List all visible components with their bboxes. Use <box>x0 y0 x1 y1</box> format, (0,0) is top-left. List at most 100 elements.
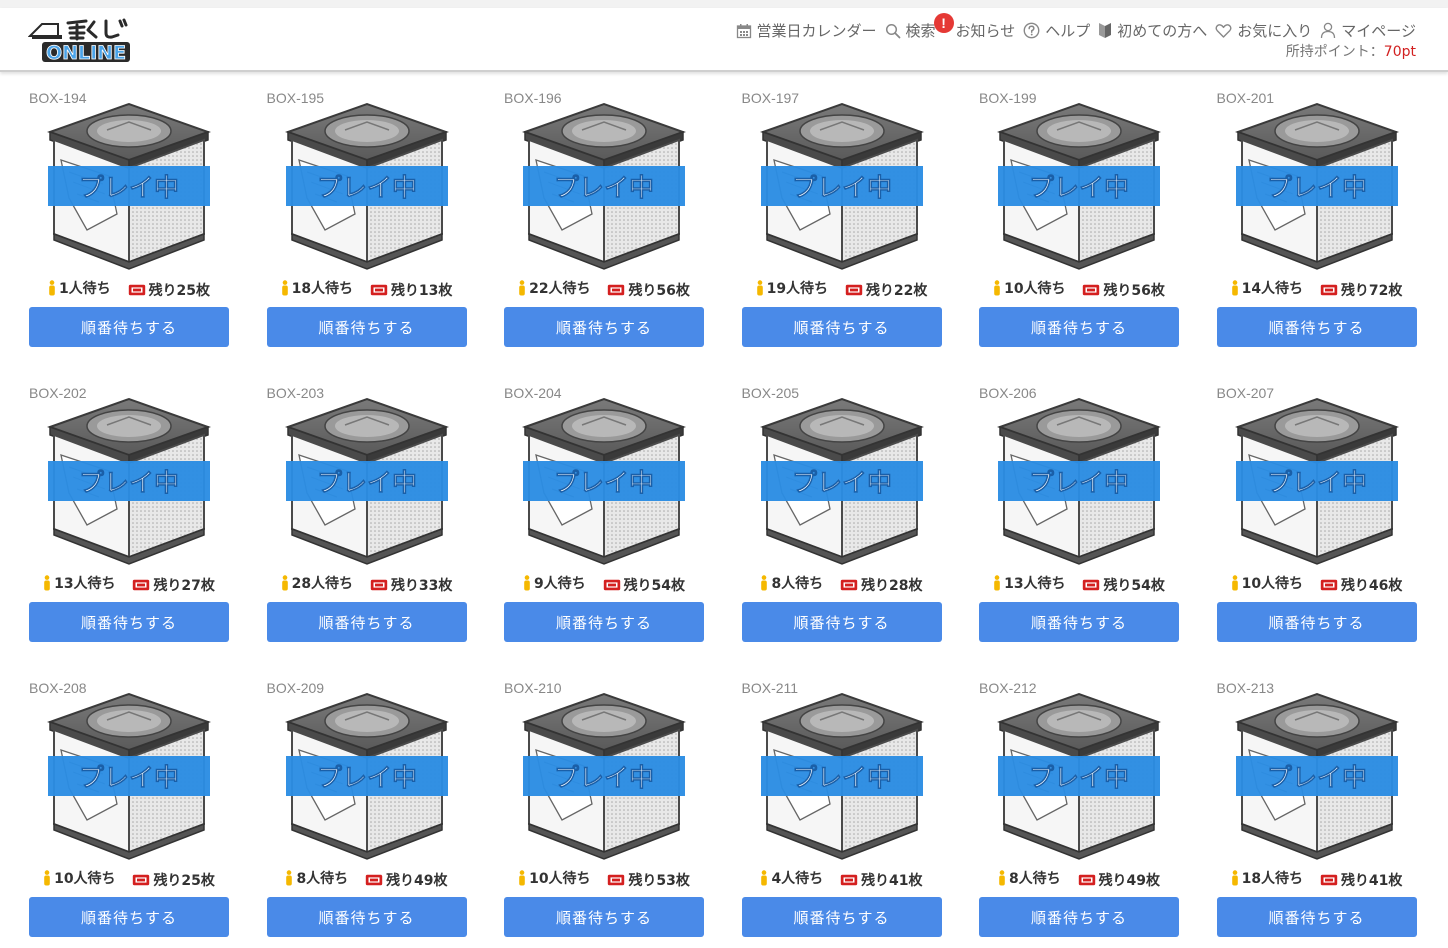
status-label: プレイ中 <box>1029 173 1129 202</box>
nav-search[interactable]: 検索 <box>885 20 936 41</box>
kuji-box-image[interactable]: プレイ中 <box>1234 102 1399 272</box>
remaining-count: 残り56枚 <box>1082 280 1165 300</box>
join-queue-button[interactable]: 順番待ちする <box>1216 602 1417 642</box>
kuji-box-image[interactable]: プレイ中 <box>522 692 686 862</box>
nav-notices[interactable]: ! お知らせ <box>933 13 1015 41</box>
box-stats: 19人待ち 残り22枚 <box>742 278 942 300</box>
status-label: プレイ中 <box>554 173 654 202</box>
join-queue-button[interactable]: 順番待ちする <box>266 602 467 642</box>
nav-search-label: 検索 <box>905 22 936 40</box>
box-stats: 1人待ち 残り25枚 <box>29 278 229 300</box>
kuji-box-image[interactable]: プレイ中 <box>759 397 924 567</box>
box-stats: 28人待ち 残り33枚 <box>267 573 467 595</box>
nav-calendar[interactable]: 営業日カレンダー <box>736 20 877 41</box>
remaining-count: 残り41枚 <box>840 870 923 890</box>
remaining-text: 残り49枚 <box>386 873 448 889</box>
join-queue-button[interactable]: 順番待ちする <box>29 897 229 937</box>
join-queue-button[interactable]: 順番待ちする <box>979 602 1179 642</box>
box-card: BOX-211 プレイ中 4人待ち 残り41枚 順番待ちする <box>741 678 942 948</box>
nav-favorites[interactable]: お気に入り <box>1215 20 1312 41</box>
kuji-box-image[interactable]: プレイ中 <box>284 692 449 862</box>
join-queue-button[interactable]: 順番待ちする <box>266 897 467 937</box>
box-card: BOX-210 プレイ中 10人待ち 残り53枚 順番待ちする <box>504 678 704 948</box>
join-queue-button[interactable]: 順番待ちする <box>979 307 1179 347</box>
kuji-box-image[interactable]: プレイ中 <box>759 102 924 272</box>
box-card: BOX-209 プレイ中 8人待ち 残り49枚 順番待ちする <box>266 678 467 948</box>
join-queue-button[interactable]: 順番待ちする <box>504 307 704 347</box>
person-icon <box>281 280 288 296</box>
waiting-text: 18人待ち <box>291 281 354 297</box>
kuji-box-image[interactable]: プレイ中 <box>47 397 211 567</box>
remaining-text: 残り22枚 <box>865 283 928 299</box>
remaining-count: 残り56枚 <box>607 280 690 300</box>
alert-icon: ! <box>933 13 954 33</box>
box-card: BOX-195 プレイ中 18人待ち 残り13枚 順番待ちする <box>266 88 467 358</box>
waiting-text: 1人待ち <box>58 281 111 297</box>
join-queue-button[interactable]: 順番待ちする <box>266 307 467 347</box>
person-icon <box>44 870 50 886</box>
remaining-count: 残り22枚 <box>845 280 927 300</box>
join-queue-button[interactable]: 順番待ちする <box>741 307 942 347</box>
kuji-box-image[interactable]: プレイ中 <box>997 102 1161 272</box>
waiting-count: 28人待ち <box>281 573 353 593</box>
nav-beginner-label: 初めての方へ <box>1117 22 1208 40</box>
nav-mypage[interactable]: マイページ <box>1320 20 1416 41</box>
ticket-icon <box>128 284 145 296</box>
box-card: BOX-206 プレイ中 13人待ち 残り54枚 順番待ちする <box>979 383 1179 653</box>
site-header: ONLINE 営業日カレンダー 検索 ! お知らせ ヘルプ 初めての方へ お気に… <box>0 8 1448 72</box>
ichiban-kuji-online-logo[interactable]: ONLINE <box>28 16 132 64</box>
kuji-box-image[interactable]: プレイ中 <box>522 397 686 567</box>
heart-icon <box>1215 23 1232 38</box>
remaining-text: 残り49枚 <box>1098 873 1161 889</box>
remaining-text: 残り53枚 <box>628 873 690 889</box>
waiting-text: 8人待ち <box>771 576 824 592</box>
ticket-icon <box>1320 284 1338 296</box>
box-stats: 22人待ち 残り56枚 <box>504 278 704 300</box>
nav-help[interactable]: ヘルプ <box>1023 20 1090 41</box>
ticket-icon <box>133 874 150 886</box>
box-card: BOX-197 プレイ中 19人待ち 残り22枚 順番待ちする <box>741 88 942 358</box>
join-queue-button[interactable]: 順番待ちする <box>1216 897 1417 937</box>
kuji-box-image[interactable]: プレイ中 <box>1234 397 1399 567</box>
box-stats: 10人待ち 残り56枚 <box>979 278 1179 300</box>
kuji-box-image[interactable]: プレイ中 <box>522 102 686 272</box>
waiting-text: 10人待ち <box>1241 576 1304 592</box>
join-queue-button[interactable]: 順番待ちする <box>741 602 942 642</box>
join-queue-button[interactable]: 順番待ちする <box>504 602 704 642</box>
status-label: プレイ中 <box>1266 173 1366 202</box>
remaining-count: 残り13枚 <box>370 280 452 300</box>
kuji-box-image[interactable]: プレイ中 <box>47 692 211 862</box>
ticket-icon <box>1078 874 1095 886</box>
kuji-box-image[interactable]: プレイ中 <box>284 397 449 567</box>
join-queue-button[interactable]: 順番待ちする <box>29 307 229 347</box>
remaining-text: 残り28枚 <box>861 578 923 594</box>
beginner-icon <box>1099 23 1112 38</box>
svg-text:ONLINE: ONLINE <box>46 42 126 64</box>
join-queue-button[interactable]: 順番待ちする <box>741 897 942 937</box>
nav-beginner[interactable]: 初めての方へ <box>1098 20 1207 41</box>
join-queue-button[interactable]: 順番待ちする <box>29 602 229 642</box>
person-icon <box>761 575 768 591</box>
ticket-icon <box>603 579 620 591</box>
points-value: 70pt <box>1383 44 1416 60</box>
status-label: プレイ中 <box>316 173 416 202</box>
kuji-box-image[interactable]: プレイ中 <box>759 692 924 862</box>
box-card: BOX-199 プレイ中 10人待ち 残り56枚 順番待ちする <box>979 88 1179 358</box>
waiting-text: 28人待ち <box>291 576 354 592</box>
kuji-box-image[interactable]: プレイ中 <box>1234 692 1399 862</box>
join-queue-button[interactable]: 順番待ちする <box>504 897 704 937</box>
remaining-text: 残り41枚 <box>1340 873 1403 889</box>
points-label: 所持ポイント： <box>1285 44 1384 60</box>
remaining-count: 残り54枚 <box>603 575 685 595</box>
join-queue-button[interactable]: 順番待ちする <box>979 897 1179 937</box>
remaining-count: 残り46枚 <box>1320 575 1402 595</box>
waiting-count: 18人待ち <box>1231 868 1303 888</box>
kuji-box-image[interactable]: プレイ中 <box>997 397 1161 567</box>
waiting-text: 8人待ち <box>296 871 349 887</box>
kuji-box-image[interactable]: プレイ中 <box>997 692 1161 862</box>
waiting-count: 10人待ち <box>43 868 116 888</box>
join-queue-button[interactable]: 順番待ちする <box>1216 307 1417 347</box>
kuji-box-image[interactable]: プレイ中 <box>47 102 211 272</box>
box-stats: 8人待ち 残り28枚 <box>742 573 942 595</box>
kuji-box-image[interactable]: プレイ中 <box>284 102 449 272</box>
